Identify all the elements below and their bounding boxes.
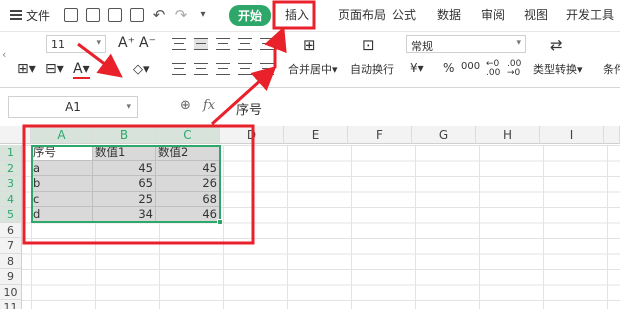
- spreadsheet-app: 文件 ↶ ↷ ▾ 开始 插入 页面布局 公式 数据 审阅 视图 开发工具 ‹ 1…: [0, 0, 620, 309]
- insert-tab-highlight: [272, 0, 316, 30]
- annotation-overlay: [22, 0, 316, 245]
- annotation-arrow-right: [210, 65, 277, 126]
- annotation-arrow-insert: [264, 26, 287, 68]
- annotation-arrow-left: [77, 42, 123, 78]
- data-range-highlight: [22, 124, 255, 245]
